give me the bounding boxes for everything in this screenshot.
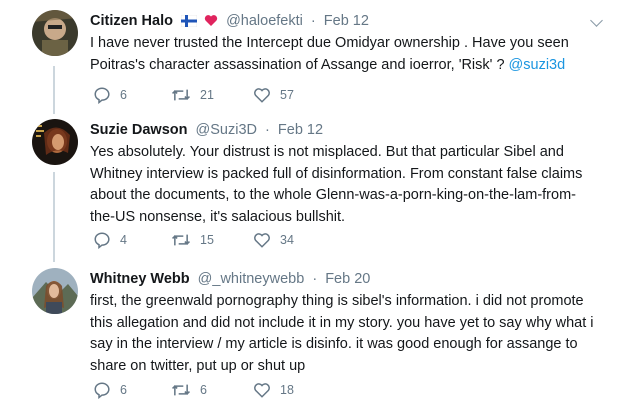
tweet-text-line: Yes absolutely. Your distrust is not mis… [90, 144, 564, 160]
avatar[interactable] [32, 268, 78, 314]
tweet-date[interactable]: Feb 20 [325, 271, 370, 287]
retweet-icon [171, 89, 191, 101]
name-emoji-group [180, 13, 218, 33]
heart-emoji-icon [204, 15, 218, 26]
tweet-text-line: say in the interview / my article is dis… [90, 336, 578, 352]
avatar-image [32, 119, 78, 165]
tweet-text-line: about the documents, to the whole Glenn-… [90, 187, 576, 203]
chevron-down-icon[interactable] [590, 14, 603, 27]
user-handle[interactable]: @_whitneywebb [198, 271, 305, 287]
tweet-date[interactable]: Feb 12 [324, 13, 369, 29]
heart-icon [254, 233, 270, 248]
tweet-text-line: I have never trusted the Intercept due O… [90, 35, 569, 51]
mention-link[interactable]: @suzi3d [509, 57, 566, 73]
reply-button[interactable]: 4 [93, 231, 127, 249]
tweet-text: I have never trusted the Intercept due O… [90, 33, 610, 76]
retweet-count: 15 [200, 233, 214, 247]
retweet-count: 21 [200, 88, 214, 102]
tweet-text-line: this allegation and did not include it i… [90, 314, 594, 331]
tweet[interactable]: Whitney Webb @_whitneywebb · Feb 20 firs… [0, 268, 629, 404]
tweet-header: Suzie Dawson @Suzi3D · Feb 12 [90, 120, 323, 140]
reply-icon [94, 232, 110, 249]
separator-dot: · [265, 122, 270, 138]
tweet-text-line: Poitras's character assassination of Ass… [90, 55, 610, 77]
avatar-image [32, 10, 78, 56]
avatar[interactable] [32, 10, 78, 56]
separator-dot: · [312, 271, 318, 287]
tweet-text-line: share on twitter, put up or shut up [90, 357, 306, 374]
reply-button[interactable]: 6 [93, 381, 127, 399]
like-button[interactable]: 34 [253, 231, 294, 249]
heart-icon [254, 88, 270, 103]
tweet-header: Citizen Halo @haloefekti · Feb 12 [90, 11, 369, 31]
retweet-button[interactable]: 21 [171, 86, 214, 104]
reply-icon [94, 382, 110, 399]
conversation-thread: Citizen Halo @haloefekti · Feb 12 I have… [0, 0, 629, 406]
retweet-icon [171, 234, 191, 246]
avatar-image [32, 268, 78, 314]
reply-icon [94, 87, 110, 104]
user-handle[interactable]: @Suzi3D [196, 122, 257, 138]
separator-dot: · [310, 13, 316, 29]
retweet-count: 6 [200, 383, 207, 397]
tweet-text-line: the-US nonsense, it's salacious bullshit… [90, 208, 346, 225]
reply-count: 4 [120, 233, 127, 247]
tweet-text-line: Whitney interview is packed full of disi… [90, 165, 583, 182]
retweet-button[interactable]: 6 [171, 381, 207, 399]
tweet[interactable]: Suzie Dawson @Suzi3D · Feb 12 Yes absolu… [0, 119, 629, 259]
tweet-text: first, the greenwald pornography thing i… [90, 291, 610, 377]
reply-count: 6 [120, 88, 127, 102]
retweet-icon [171, 384, 191, 396]
display-name[interactable]: Citizen Halo [90, 13, 173, 29]
avatar[interactable] [32, 119, 78, 165]
tweet-text-line: first, the greenwald pornography thing i… [90, 293, 584, 309]
like-count: 18 [280, 383, 294, 397]
tweet-header: Whitney Webb @_whitneywebb · Feb 20 [90, 269, 370, 289]
like-count: 34 [280, 233, 294, 247]
tweet[interactable]: Citizen Halo @haloefekti · Feb 12 I have… [0, 10, 629, 110]
like-button[interactable]: 18 [253, 381, 294, 399]
tweet-text-segment: Poitras's character assassination of Ass… [90, 56, 509, 73]
reply-count: 6 [120, 383, 127, 397]
display-name[interactable]: Suzie Dawson [90, 122, 188, 138]
reply-button[interactable]: 6 [93, 86, 127, 104]
like-button[interactable]: 57 [253, 86, 294, 104]
tweet-date[interactable]: Feb 12 [278, 122, 323, 138]
user-handle[interactable]: @haloefekti [226, 13, 303, 29]
heart-icon [254, 383, 270, 398]
retweet-button[interactable]: 15 [171, 231, 214, 249]
display-name[interactable]: Whitney Webb [90, 271, 190, 287]
finland-flag-icon [180, 14, 198, 28]
like-count: 57 [280, 88, 294, 102]
tweet-text: Yes absolutely. Your distrust is not mis… [90, 142, 610, 228]
